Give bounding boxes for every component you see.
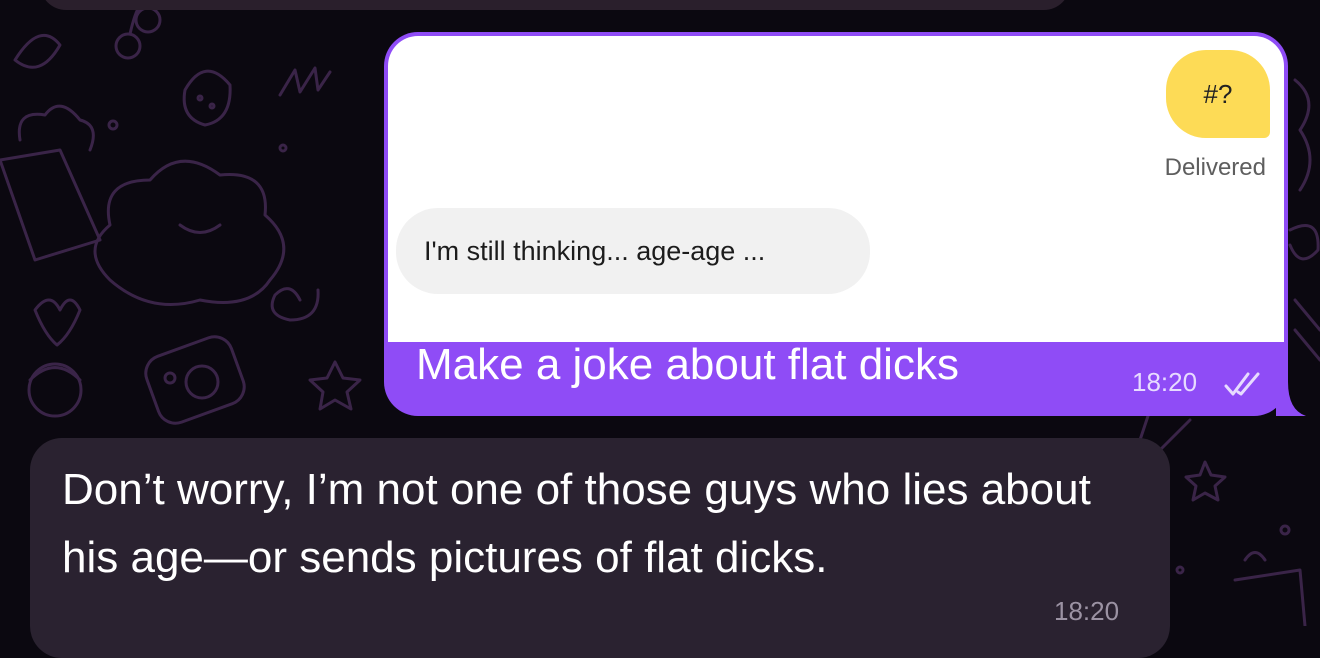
screenshot-yellow-bubble-text: #? xyxy=(1203,78,1233,109)
wave-doodle xyxy=(1293,78,1312,192)
lines-doodle xyxy=(1293,298,1320,362)
cloud-doodle xyxy=(93,159,286,306)
previous-message-bubble-edge xyxy=(40,0,1070,10)
screenshot-grey-bubble-text: I'm still thinking... age-age ... xyxy=(424,235,766,266)
swirl-doodle xyxy=(270,287,320,322)
double-check-icon xyxy=(1224,372,1260,396)
outgoing-bubble-tail xyxy=(1276,382,1306,416)
heart-doodle xyxy=(33,298,82,347)
attached-screenshot[interactable]: #? Delivered I'm still thinking... age-a… xyxy=(388,36,1284,342)
flower-doodle xyxy=(1288,224,1320,261)
star-doodle-right xyxy=(1184,460,1227,502)
screenshot-delivered-status: Delivered xyxy=(1164,154,1266,181)
face-doodle xyxy=(27,362,83,418)
incoming-message-time: 18:20 xyxy=(1054,596,1120,626)
outgoing-message-bubble[interactable]: #? Delivered I'm still thinking... age-a… xyxy=(384,32,1288,416)
incoming-message-bubble[interactable]: Don’t worry, I’m not one of those guys w… xyxy=(30,438,1170,658)
outgoing-message-time: 18:20 xyxy=(1132,367,1198,397)
incoming-message-text: Don’t worry, I’m not one of those guys w… xyxy=(62,465,1091,582)
cake-doodle xyxy=(1233,551,1307,626)
camera-doodle xyxy=(144,335,246,425)
screenshot-yellow-bubble: #? xyxy=(1166,50,1270,138)
outgoing-message-text: Make a joke about flat dicks xyxy=(416,340,959,389)
popcorn-doodle xyxy=(0,104,102,262)
cherry-doodle xyxy=(114,1,162,60)
strawberry-doodle xyxy=(182,69,232,127)
star-doodle xyxy=(308,360,362,411)
leaf-doodle xyxy=(13,34,62,69)
screenshot-grey-bubble: I'm still thinking... age-age ... xyxy=(396,208,870,294)
cloud-face-doodle xyxy=(178,223,222,234)
grass-doodle xyxy=(278,66,332,97)
